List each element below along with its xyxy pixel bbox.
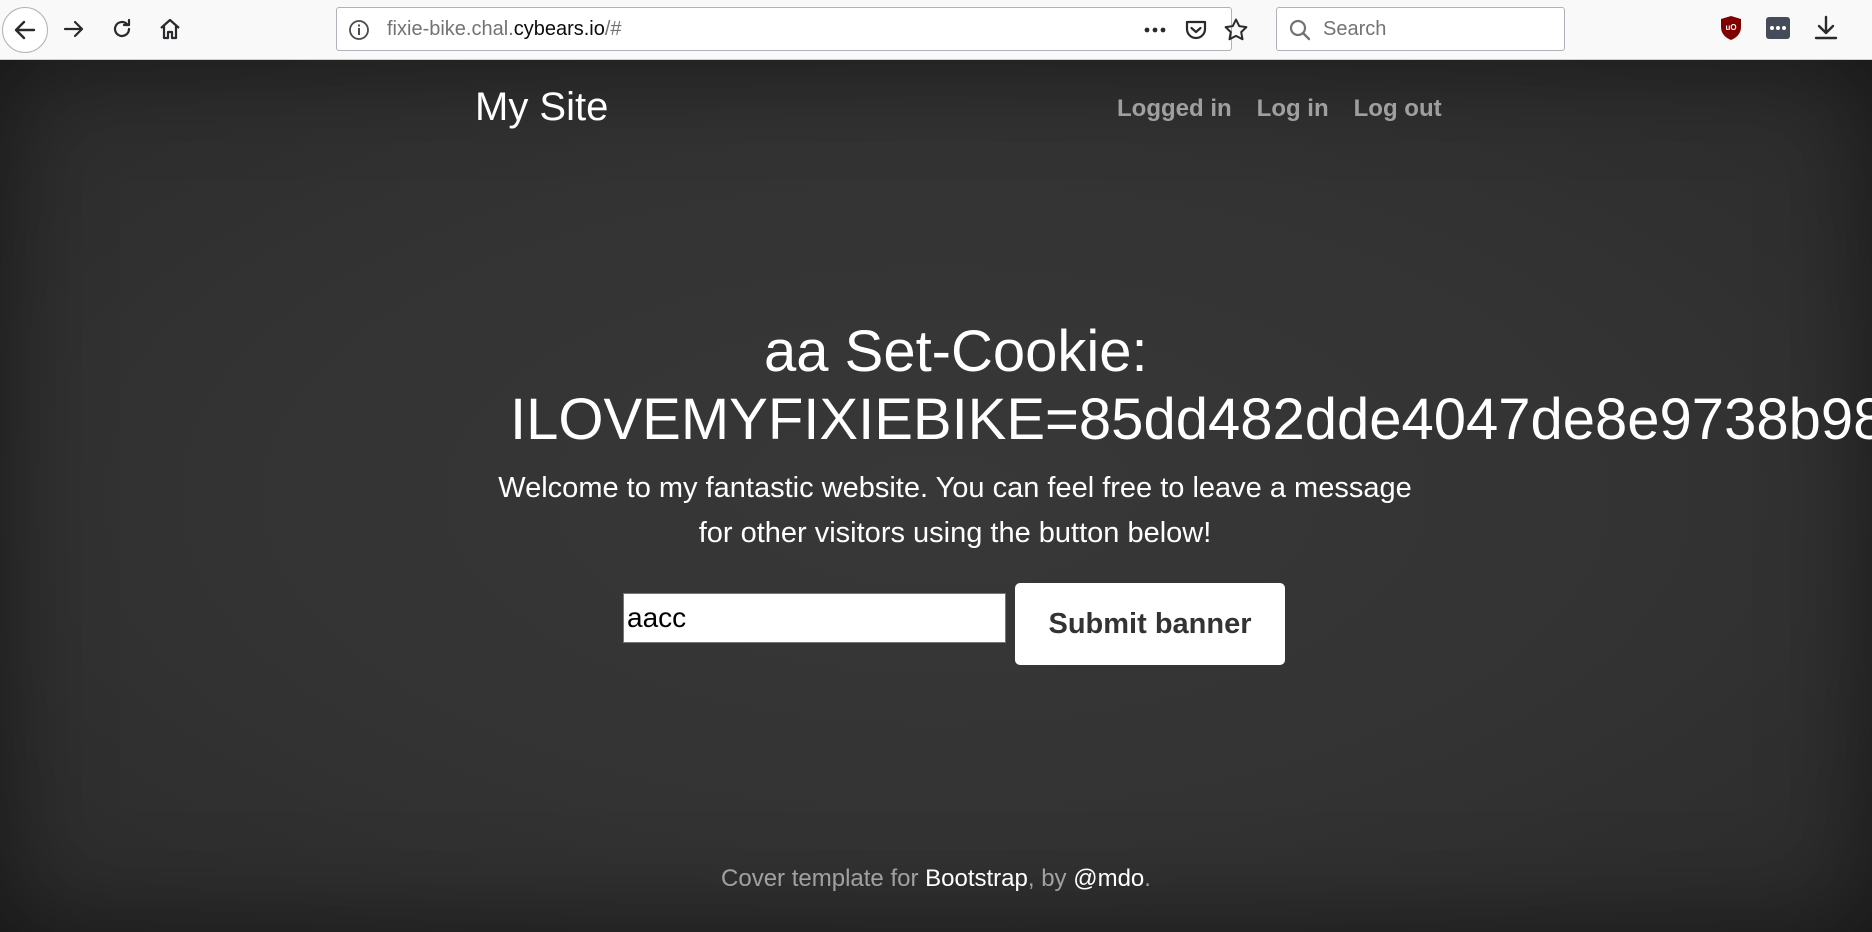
search-icon (1288, 18, 1312, 47)
site-nav: Logged in Log in Log out (1117, 95, 1442, 123)
forward-button[interactable] (53, 6, 95, 52)
footer-bootstrap-link[interactable]: Bootstrap (925, 865, 1028, 892)
back-arrow-icon (2, 7, 48, 53)
pocket-icon[interactable] (1183, 17, 1209, 43)
footer: Cover template for Bootstrap, by @mdo. (0, 865, 1872, 893)
ellipsis-icon[interactable] (1142, 17, 1168, 43)
download-icon[interactable] (1812, 14, 1840, 42)
reload-button[interactable] (101, 6, 143, 52)
banner-input[interactable] (623, 593, 1006, 643)
banner-heading: aa Set-Cookie: ILOVEMYFIXIEBIKE=85dd482d… (510, 318, 1872, 454)
footer-text-middle: , by (1027, 865, 1074, 892)
submit-banner-button[interactable]: Submit banner (1015, 583, 1285, 665)
ublock-origin-icon[interactable]: uO (1717, 14, 1745, 42)
home-button[interactable] (149, 6, 191, 52)
home-icon (158, 17, 182, 41)
footer-text: Cover template for (721, 865, 926, 892)
forward-arrow-icon (62, 17, 86, 41)
banner-line-1: aa Set-Cookie: (764, 319, 1148, 384)
banner-line-2: ILOVEMYFIXIEBIKE=85dd482dde4047de8e9738b… (510, 387, 1872, 452)
site-brand: My Site (475, 85, 609, 129)
extension-icon[interactable] (1764, 14, 1792, 42)
footer-mdo-link[interactable]: @mdo (1073, 865, 1144, 892)
nav-logged-in[interactable]: Logged in (1117, 95, 1232, 123)
welcome-text: Welcome to my fantastic website. You can… (498, 472, 1412, 549)
info-icon[interactable] (347, 18, 371, 47)
footer-text-end: . (1144, 865, 1151, 892)
star-icon[interactable] (1223, 17, 1249, 43)
search-input[interactable] (1323, 14, 1553, 44)
nav-log-in[interactable]: Log in (1257, 95, 1329, 123)
svg-text:uO: uO (1725, 23, 1736, 32)
search-bar[interactable] (1276, 7, 1565, 51)
page-content: My Site Logged in Log in Log out aa Set-… (0, 60, 1872, 932)
browser-toolbar: fixie-bike.chal.cybears.io/# uO (0, 0, 1872, 60)
url-text[interactable]: fixie-bike.chal.cybears.io/# (387, 18, 622, 41)
reload-icon (110, 17, 134, 41)
nav-log-out[interactable]: Log out (1354, 95, 1442, 123)
url-bar[interactable]: fixie-bike.chal.cybears.io/# (336, 7, 1248, 51)
back-button[interactable] (2, 4, 48, 56)
